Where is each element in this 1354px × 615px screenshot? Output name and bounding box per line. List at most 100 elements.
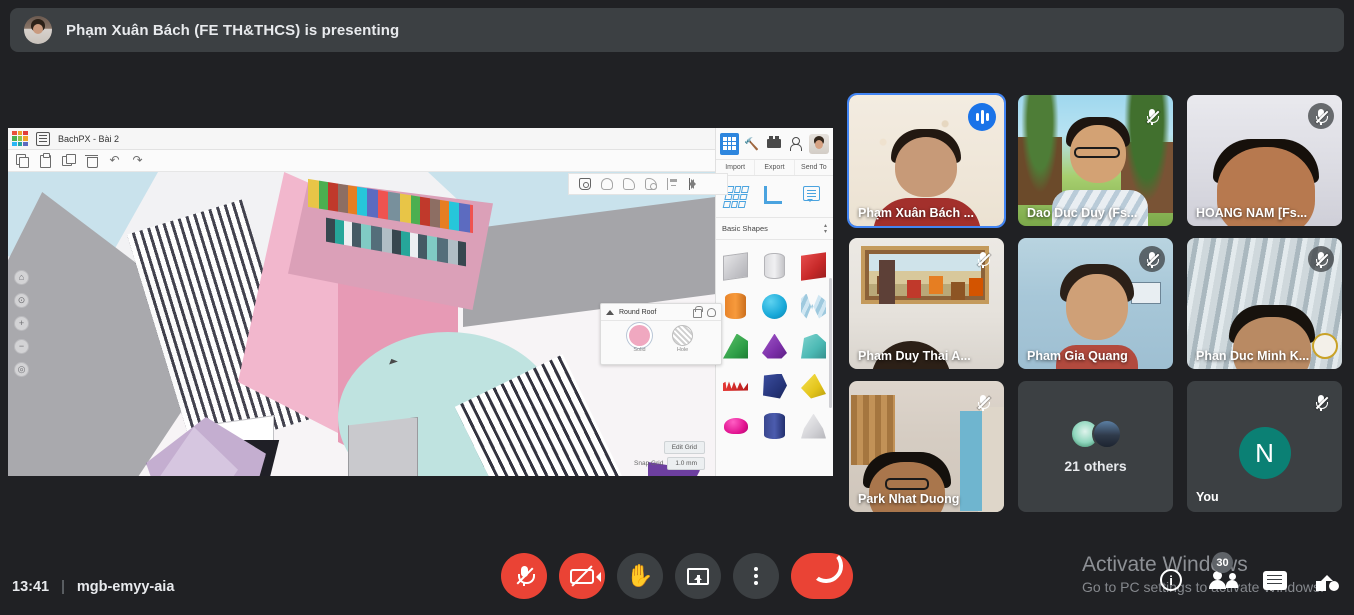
- mask-icon[interactable]: [579, 178, 591, 190]
- snap-grid-row[interactable]: Snap Grid 1.0 mm: [634, 457, 705, 470]
- info-icon: i: [1160, 569, 1182, 591]
- solid-option[interactable]: Solid: [629, 325, 650, 353]
- zoom-in-button[interactable]: +: [14, 316, 29, 331]
- camera-off-icon: [570, 564, 601, 587]
- shape-pyramid-yellow[interactable]: [794, 366, 833, 406]
- panel-tool-icons[interactable]: [716, 176, 833, 218]
- participant-name: You: [1196, 490, 1219, 504]
- video-frame: [895, 137, 957, 197]
- shape-inspector-panel[interactable]: Round Roof Solid Hole: [600, 303, 722, 365]
- lightbulb-icon[interactable]: [707, 307, 716, 317]
- shape-scribble-white[interactable]: [794, 286, 833, 326]
- present-screen-button[interactable]: [675, 553, 721, 599]
- meeting-code[interactable]: mgb-emyy-aia: [77, 579, 175, 595]
- document-icon: [36, 131, 50, 146]
- home-view-button[interactable]: ⌂: [14, 270, 29, 285]
- chevron-updown-icon[interactable]: ▴ ▾: [824, 223, 827, 235]
- self-tile[interactable]: N You: [1187, 381, 1342, 512]
- trash-icon[interactable]: [85, 154, 98, 168]
- edit-toolbar[interactable]: ↶ ↷: [8, 150, 833, 172]
- blocks-icon[interactable]: [765, 133, 784, 155]
- phone-hangup-icon: [809, 569, 835, 583]
- view-settings-button[interactable]: ◎: [14, 362, 29, 377]
- hole-swatch[interactable]: [672, 325, 693, 346]
- chat-icon: [1263, 570, 1287, 591]
- paste-icon[interactable]: [39, 153, 52, 168]
- shape-text-red[interactable]: [716, 366, 755, 406]
- copy-icon[interactable]: [16, 154, 29, 168]
- chat-button[interactable]: [1262, 567, 1288, 593]
- solid-swatch[interactable]: [629, 325, 650, 346]
- participant-tile[interactable]: HOANG NAM [Fs...: [1187, 95, 1342, 226]
- shape-toolbar[interactable]: [568, 173, 728, 195]
- panel-scrollbar[interactable]: [829, 278, 832, 408]
- account-avatar[interactable]: [809, 133, 829, 155]
- view-navigation-controls[interactable]: ⌂ ⊙ + − ◎: [14, 270, 29, 377]
- mic-off-icon: [516, 566, 535, 586]
- ungroup-icon[interactable]: [645, 178, 657, 190]
- hole-option[interactable]: Hole: [672, 325, 693, 353]
- export-button[interactable]: Export: [755, 160, 795, 175]
- workplane-icon[interactable]: [720, 132, 740, 155]
- toggle-microphone-button[interactable]: [501, 553, 547, 599]
- shape-cylinder-navy[interactable]: [755, 406, 794, 446]
- toggle-camera-button[interactable]: [559, 553, 605, 599]
- shape-box-hole[interactable]: [794, 246, 833, 286]
- align-icon[interactable]: [667, 178, 679, 190]
- participant-tile[interactable]: Park Nhat Duong: [849, 381, 1004, 512]
- activities-button[interactable]: [1314, 567, 1340, 593]
- fit-view-glyph: ⊙: [17, 295, 26, 305]
- meeting-details-button[interactable]: i: [1158, 567, 1184, 593]
- panel-top-icons[interactable]: 🔨: [716, 128, 833, 160]
- group-icon[interactable]: [623, 178, 635, 190]
- hammer-icon[interactable]: 🔨: [742, 133, 761, 155]
- note-tool-icon[interactable]: [802, 185, 825, 208]
- redo-icon[interactable]: ↷: [131, 154, 144, 167]
- shape-library-grid[interactable]: [716, 240, 833, 452]
- people-icon: [1209, 571, 1238, 589]
- participant-tile[interactable]: Phan Duc Minh K...: [1187, 238, 1342, 369]
- shape-cylinder-solid[interactable]: [755, 246, 794, 286]
- panel-action-buttons[interactable]: Import Export Send To: [716, 160, 833, 176]
- undo-icon[interactable]: ↶: [108, 154, 121, 167]
- shape-cone-purple[interactable]: [755, 326, 794, 366]
- participant-tile[interactable]: Pham Duy Thai A...: [849, 238, 1004, 369]
- shape-paraboloid-gray[interactable]: [794, 406, 833, 446]
- app-title-bar: BachPX - Bài 2: [8, 128, 833, 150]
- shape-sphere-blue[interactable]: [755, 286, 794, 326]
- shape-halfsphere-magenta[interactable]: [716, 406, 755, 446]
- shape-box-solid[interactable]: [716, 246, 755, 286]
- participant-tile[interactable]: Dao Duc Duy (Fs...: [1018, 95, 1173, 226]
- video-frame: [1018, 95, 1062, 205]
- call-controls[interactable]: ✋: [501, 553, 853, 599]
- zoom-out-button[interactable]: −: [14, 339, 29, 354]
- fit-view-button[interactable]: ⊙: [14, 293, 29, 308]
- send-to-button[interactable]: Send To: [795, 160, 833, 175]
- ruler-tool-icon[interactable]: [763, 185, 786, 208]
- raise-hand-button[interactable]: ✋: [617, 553, 663, 599]
- show-everyone-button[interactable]: 30: [1209, 552, 1238, 593]
- add-person-icon[interactable]: [787, 133, 806, 155]
- lock-icon[interactable]: [693, 305, 703, 318]
- others-tile[interactable]: 21 others: [1018, 381, 1173, 512]
- shape-roof-teal[interactable]: [794, 326, 833, 366]
- shapes-side-panel[interactable]: 🔨 Import Export Send To Basic Shapes ▴ ▾: [715, 128, 833, 476]
- participant-name: Pham Gia Quang: [1027, 349, 1128, 363]
- lightbulb-icon[interactable]: [601, 178, 613, 190]
- mirror-icon[interactable]: [689, 178, 701, 190]
- end-call-button[interactable]: [791, 553, 853, 599]
- more-options-button[interactable]: [733, 553, 779, 599]
- shape-library-select[interactable]: Basic Shapes ▴ ▾: [716, 218, 833, 240]
- mic-muted-icon: [1139, 246, 1165, 272]
- duplicate-icon[interactable]: [62, 154, 76, 167]
- meeting-right-controls[interactable]: i 30: [1158, 552, 1340, 593]
- snap-grid-label: Snap Grid: [634, 460, 664, 467]
- participant-tile[interactable]: Pham Gia Quang: [1018, 238, 1173, 369]
- shared-screen-view[interactable]: BachPX - Bài 2 ↶ ↷ ⌂ ⊙ + − ◎ Edit Grid S…: [8, 128, 833, 476]
- avatar: N: [1238, 427, 1291, 479]
- snap-grid-value[interactable]: 1.0 mm: [667, 457, 705, 470]
- shape-polygon-navy[interactable]: [755, 366, 794, 406]
- edit-grid-button[interactable]: Edit Grid: [663, 441, 705, 454]
- grid-controls[interactable]: Edit Grid Snap Grid 1.0 mm: [634, 441, 705, 470]
- participant-tile[interactable]: Phạm Xuân Bách ...: [847, 93, 1006, 228]
